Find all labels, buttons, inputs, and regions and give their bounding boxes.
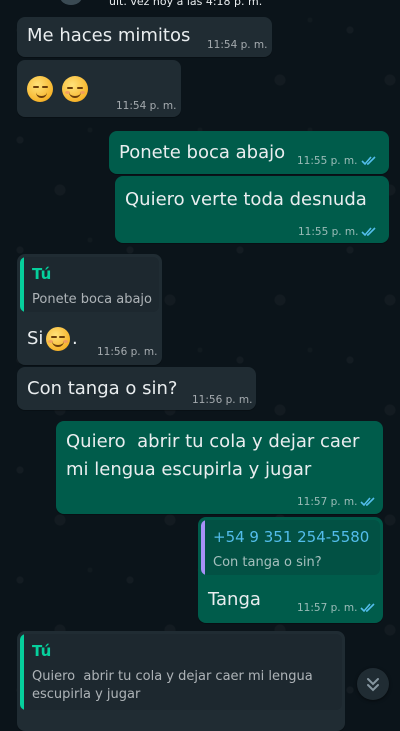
quote-author: Tú [32, 265, 52, 283]
quoted-message[interactable]: Tú Quiero abrir tu cola y dejar caer mi … [20, 634, 342, 710]
message-time: 11:56 p. m. [97, 346, 158, 358]
double-check-icon [360, 497, 375, 507]
quote-author: Tú [32, 642, 52, 660]
message-outgoing[interactable]: Quiero abrir tu cola y dejar caer mi len… [56, 421, 383, 514]
message-incoming[interactable]: Con tanga o sin? 11:56 p. m. [17, 367, 256, 410]
message-text: Me haces mimitos [27, 25, 191, 46]
quoted-message[interactable]: +54 9 351 254-5580 Con tanga o sin? [201, 520, 380, 575]
smirking-face-icon [27, 76, 53, 102]
message-text: Ponete boca abajo [119, 142, 286, 163]
message-time: 11:54 p. m. [207, 39, 268, 51]
message-outgoing[interactable]: Ponete boca abajo 11:55 p. m. [109, 131, 389, 174]
message-time: 11:56 p. m. [192, 394, 253, 406]
last-seen-text: últ. vez hoy a las 4:18 p. m. [109, 0, 263, 8]
message-text: Tanga [208, 589, 261, 610]
quote-text-line-1: Quiero abrir tu cola y dejar caer mi len… [32, 669, 313, 684]
message-text: Quiero verte toda desnuda [125, 189, 367, 210]
double-check-icon [361, 227, 376, 237]
quote-author: +54 9 351 254-5580 [213, 528, 370, 546]
message-time: 11:57 p. m. [297, 602, 358, 614]
quote-text-line-2: escupirla y jugar [32, 687, 141, 702]
scroll-to-bottom-button[interactable] [357, 668, 389, 700]
quote-text: Con tanga o sin? [213, 555, 322, 570]
message-text-period: . [72, 328, 78, 349]
message-text-line-2: mi lengua escupirla y jugar [66, 459, 312, 480]
relieved-face-icon [62, 76, 88, 102]
quote-text: Ponete boca abajo [32, 292, 152, 307]
message-text: Con tanga o sin? [27, 378, 178, 399]
quoted-message[interactable]: Tú Ponete boca abajo [20, 257, 159, 312]
message-time: 11:54 p. m. [116, 100, 177, 112]
double-check-icon [360, 603, 375, 613]
double-check-icon [361, 156, 376, 166]
message-incoming[interactable]: Me haces mimitos 11:54 p. m. [17, 17, 272, 57]
double-chevron-down-icon [367, 678, 379, 692]
message-outgoing-reply[interactable]: +54 9 351 254-5580 Con tanga o sin? Tang… [198, 517, 383, 623]
message-text: Si [27, 328, 44, 349]
message-incoming[interactable]: 11:54 p. m. [17, 60, 181, 117]
message-incoming-reply[interactable]: Tú Ponete boca abajo Si . 11:56 p. m. [17, 254, 162, 365]
message-time: 11:55 p. m. [298, 226, 359, 238]
message-outgoing[interactable]: Quiero verte toda desnuda 11:55 p. m. [115, 176, 389, 243]
smiling-face-icon [46, 327, 70, 351]
message-time: 11:55 p. m. [297, 155, 358, 167]
contact-avatar[interactable] [60, 0, 82, 5]
message-text-line-1: Quiero abrir tu cola y dejar caer [66, 431, 360, 452]
message-time: 11:57 p. m. [297, 496, 358, 508]
contact-header[interactable]: últ. vez hoy a las 4:18 p. m. [0, 0, 400, 11]
message-incoming-reply[interactable]: Tú Quiero abrir tu cola y dejar caer mi … [17, 631, 345, 731]
